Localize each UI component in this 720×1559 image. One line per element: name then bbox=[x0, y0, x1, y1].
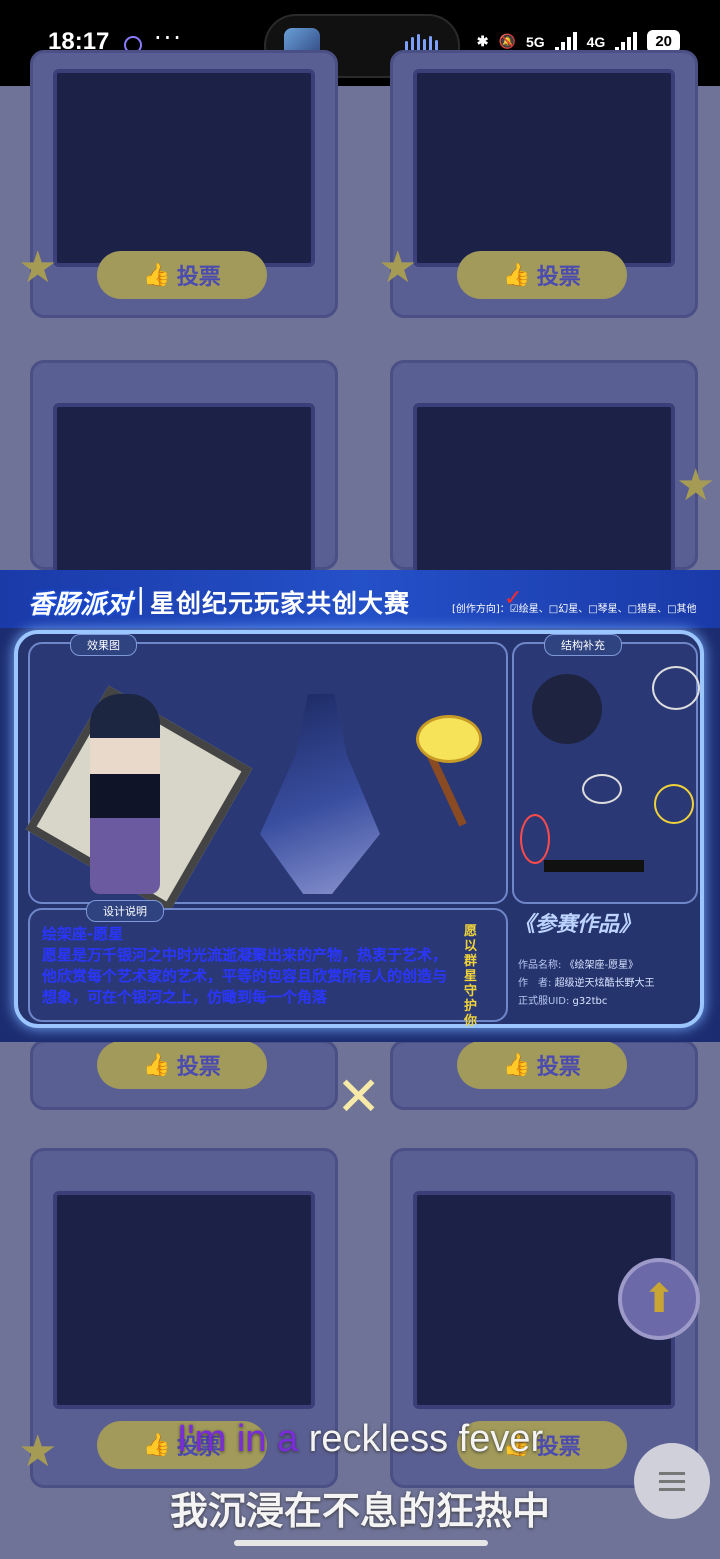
arrow-up-icon: ⬆ bbox=[642, 1276, 676, 1322]
tab-structure-label: 结构补充 bbox=[544, 634, 622, 656]
brush-staff-illustration bbox=[400, 699, 490, 827]
design-title: 绘架座-愿星 bbox=[42, 925, 124, 943]
vote-button[interactable]: 👍 投票 bbox=[97, 251, 267, 299]
network-4g-label: 4G bbox=[586, 33, 606, 50]
entry-thumbnail[interactable] bbox=[413, 69, 675, 267]
network-5g-label: 5G bbox=[525, 33, 545, 50]
entry-card[interactable]: 👍 投票 bbox=[30, 50, 338, 318]
star-decoration-icon: ★ bbox=[676, 460, 716, 511]
glove-detail bbox=[544, 860, 644, 872]
mute-icon: 🔕 bbox=[498, 33, 516, 49]
floating-menu-button[interactable] bbox=[634, 1443, 710, 1519]
vertical-slogan: 愿以群星守护你 bbox=[464, 924, 478, 1029]
lyric-rest: reckless fever bbox=[298, 1418, 544, 1460]
home-indicator[interactable] bbox=[234, 1540, 488, 1546]
menu-icon bbox=[659, 1479, 685, 1483]
entry-card[interactable]: 👍 投票 bbox=[30, 1040, 338, 1110]
tab-effect-label: 效果图 bbox=[70, 634, 137, 656]
design-body: 愿星是万千银河之中时光流逝凝聚出来的产物，热衷于艺术，他欣赏每个艺术家的艺术，平… bbox=[42, 946, 448, 1006]
more-notifications-icon: ··· bbox=[154, 24, 183, 52]
vote-button[interactable]: 👍 投票 bbox=[457, 251, 627, 299]
creation-direction: [创作方向]：☑绘星、□幻星、□琴星、□猎星、□其他 bbox=[452, 604, 697, 615]
tool-detail bbox=[654, 784, 694, 824]
entry-thumbnail[interactable] bbox=[53, 1191, 315, 1409]
tab-design-label: 设计说明 bbox=[86, 900, 164, 922]
entry-panel: 效果图 结构补充 设计说明 绘架座-愿星 愿星是万千银河之中时光流逝凝聚出来的产… bbox=[14, 630, 704, 1029]
entry-card[interactable]: 👍 投票 bbox=[390, 50, 698, 318]
character-head-detail bbox=[532, 674, 602, 744]
entry-preview-overlay: 香肠派对 | 星创纪元玩家共创大赛 ✓ [创作方向]：☑绘星、□幻星、□琴星、□… bbox=[0, 570, 720, 1042]
entry-name-row: 作品名称: 《绘架座-愿星》 bbox=[518, 960, 639, 971]
brand-logo: 香肠派对 bbox=[28, 590, 133, 620]
banner-divider: | bbox=[136, 582, 146, 615]
entry-author-row: 作 者: 超级逆天炫酷长野大王 bbox=[518, 978, 655, 989]
star-decoration-icon: ★ bbox=[18, 242, 58, 293]
entry-card[interactable]: 👍 投票 bbox=[390, 1040, 698, 1110]
accessory-detail bbox=[582, 774, 622, 804]
scroll-to-top-button[interactable]: ⬆ bbox=[618, 1258, 700, 1340]
character-front-illustration bbox=[90, 694, 160, 894]
structure-box: 结构补充 bbox=[512, 634, 700, 904]
entry-card[interactable] bbox=[30, 360, 338, 601]
design-description: 绘架座-愿星 愿星是万千银河之中时光流逝凝聚出来的产物，热衷于艺术，他欣赏每个艺… bbox=[42, 924, 452, 1008]
character-back-illustration bbox=[260, 694, 380, 894]
entry-uid-row: 正式服UID: g32tbc bbox=[518, 996, 608, 1007]
star-decoration-icon: ★ bbox=[378, 242, 418, 293]
bluetooth-icon: ✱ bbox=[476, 33, 489, 49]
entry-card[interactable] bbox=[390, 360, 698, 601]
entry-thumbnail[interactable] bbox=[53, 69, 315, 267]
lyric-line-english: I'm in a reckless fever bbox=[0, 1418, 720, 1461]
entry-banner: 香肠派对 | 星创纪元玩家共创大赛 ✓ [创作方向]：☑绘星、□幻星、□琴星、□… bbox=[0, 570, 720, 628]
sketch-detail bbox=[652, 666, 700, 710]
close-icon[interactable]: ✕ bbox=[336, 1070, 381, 1124]
entry-heading: 《参赛作品》 bbox=[514, 912, 640, 936]
vote-button[interactable]: 👍 投票 bbox=[97, 1041, 267, 1089]
banner-title: 星创纪元玩家共创大赛 bbox=[150, 589, 411, 618]
boot-detail bbox=[520, 814, 550, 864]
lyric-line-chinese: 我沉浸在不息的狂热中 bbox=[169, 1489, 550, 1533]
effect-image-box: 效果图 bbox=[25, 634, 508, 913]
vote-button[interactable]: 👍 投票 bbox=[457, 1041, 627, 1089]
lyric-highlight: I'm in a bbox=[176, 1418, 299, 1460]
